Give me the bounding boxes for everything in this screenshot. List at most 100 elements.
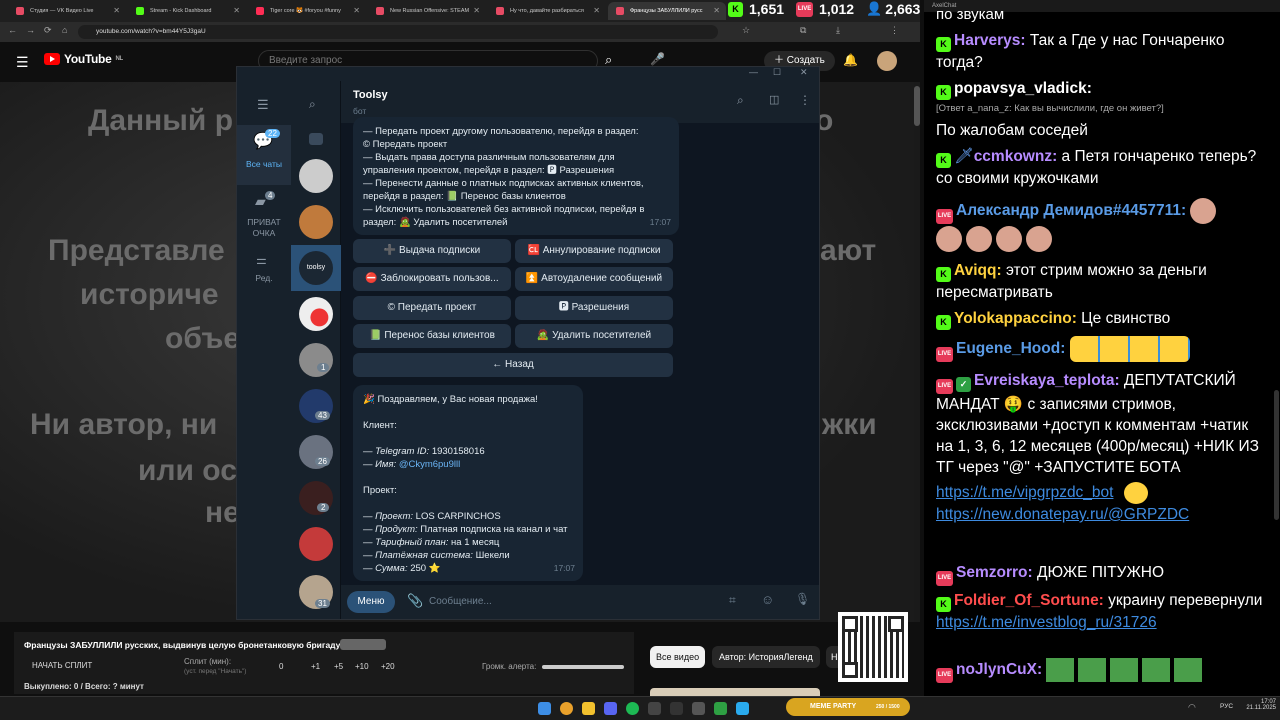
maximize-icon[interactable]: ☐ (773, 67, 781, 78)
close-icon[interactable]: ✕ (713, 2, 720, 20)
browser-tab[interactable]: Tiger core 🐯 #foryou #funny ✕ (248, 2, 366, 20)
vk-live-icon: LIVE (936, 379, 953, 394)
close-icon[interactable]: ✕ (233, 2, 240, 20)
browser-tab[interactable]: Ну что, давайте разбираться ✕ (488, 2, 606, 20)
download-icon[interactable]: ⤓ (836, 25, 840, 36)
menu-dots-icon[interactable]: ⋮ (890, 25, 899, 36)
folder-private[interactable]: ▰ 4 ПРИВАТ ОЧКА (237, 189, 291, 249)
filter-chip-author[interactable]: Автор: ИсторияЛегенд (712, 646, 820, 668)
chat-item-active[interactable]: toolsy (291, 245, 341, 291)
split-plus10-button[interactable]: +10 (355, 662, 369, 671)
close-icon[interactable]: ✕ (800, 67, 808, 78)
split-plus5-button[interactable]: +5 (334, 662, 343, 671)
chrome-icon[interactable] (560, 702, 573, 715)
username-link[interactable]: @Ckym6pu9lll (399, 459, 460, 470)
star-icon[interactable]: ☆ (742, 25, 750, 36)
telegram-window: — ☐ ✕ ☰ 💬 22 Все чаты ▰ 4 ПРИВАТ ОЧКА ⚌ … (236, 66, 820, 620)
issue-subscription-button[interactable]: ➕ Выдача подписки (353, 239, 511, 263)
cancel-subscription-button[interactable]: 🆑 Аннулирование подписки (515, 239, 673, 263)
back-button[interactable]: ← Назад (353, 353, 673, 377)
chat-scrollbar[interactable] (1274, 390, 1279, 520)
split-plus1-button[interactable]: +1 (311, 662, 320, 671)
chat-avatar[interactable] (299, 343, 333, 377)
meme-party-widget[interactable]: MEME PARTY 250 / 1500 (786, 698, 910, 716)
message-time: 17:07 (553, 563, 575, 573)
people-icon: 👤 (866, 1, 883, 16)
minimize-icon[interactable]: — (749, 67, 758, 77)
emoji-icon[interactable]: ☺ (761, 592, 774, 607)
split-plus20-button[interactable]: +20 (381, 662, 395, 671)
chat-message: LIVE Александр Демидов#4457711: (936, 198, 1266, 258)
chat-link[interactable]: https://t.me/investblog_ru/31726 (936, 614, 1157, 631)
chat-title[interactable]: Toolsy (353, 89, 388, 101)
microphone-icon[interactable]: 🎙 (795, 592, 810, 606)
avatar[interactable] (877, 51, 897, 71)
hamburger-icon[interactable]: ☰ (16, 54, 29, 71)
close-icon[interactable]: ✕ (353, 2, 360, 20)
home-icon[interactable]: ⌂ (62, 25, 67, 35)
block-user-button[interactable]: ⛔ Заблокировать пользов... (353, 267, 511, 291)
remove-visitors-button[interactable]: 🧟 Удалить посетителей (515, 324, 673, 348)
permissions-button[interactable]: 🅿 Разрешения (515, 296, 673, 320)
scrollbar[interactable] (914, 82, 920, 622)
filter-chip-all[interactable]: Все видео (650, 646, 706, 668)
extensions-icon[interactable]: ⧉ (800, 25, 806, 36)
telegram-icon[interactable] (736, 702, 749, 715)
app-icon[interactable] (692, 702, 705, 715)
bell-icon[interactable]: 🔔 (843, 53, 858, 67)
app-icon[interactable] (648, 702, 661, 715)
forward-icon[interactable]: → (26, 25, 35, 35)
emote-icon (966, 226, 992, 253)
language-indicator[interactable]: РУС (1220, 703, 1233, 710)
alert-volume-slider[interactable] (542, 665, 624, 669)
sidebar-toggle-icon[interactable]: ◫ (769, 93, 779, 106)
folder-edit[interactable]: ⚌ Ред. (237, 253, 291, 293)
commands-icon[interactable]: ⌗ (729, 593, 736, 608)
scrollbar-thumb[interactable] (914, 86, 920, 126)
chat-link[interactable]: https://new.donatepay.ru/@GRPZDC (936, 506, 1189, 523)
discord-icon[interactable] (604, 702, 617, 715)
browser-tab-active[interactable]: Французы ЗАБУЛЛИЛИ русс ✕ (608, 2, 726, 20)
more-icon[interactable]: ⋮ (799, 93, 811, 107)
start-split-button[interactable]: НАЧАТЬ СПЛИТ (24, 658, 104, 674)
folder-all-chats[interactable]: 💬 22 Все чаты (237, 125, 291, 185)
youtube-icon (616, 7, 624, 15)
browser-tab[interactable]: New Russian Offensive: STEAM ✕ (368, 2, 486, 20)
transfer-project-button[interactable]: © Передать проект (353, 296, 511, 320)
obs-icon[interactable] (670, 702, 683, 715)
attach-icon[interactable]: 📎 (407, 593, 423, 609)
hamburger-icon[interactable]: ☰ (257, 97, 269, 113)
bot-menu-button[interactable]: Меню (347, 591, 395, 613)
back-icon[interactable]: ← (8, 25, 17, 35)
close-icon[interactable]: ✕ (473, 2, 480, 20)
chat-avatar[interactable] (299, 159, 333, 193)
search-icon[interactable]: ⌕ (309, 97, 316, 112)
autodelete-messages-button[interactable]: ⏫ Автоудаление сообщений (515, 267, 673, 291)
chat-avatar[interactable] (299, 527, 333, 561)
mic-icon[interactable]: 🎤 (650, 52, 665, 66)
vk-viewers: 1,012 (819, 1, 855, 17)
folder-icon[interactable] (582, 702, 595, 715)
app-icon[interactable] (714, 702, 727, 715)
message-input[interactable]: Сообщение... (429, 591, 709, 613)
wifi-icon[interactable]: ◠ (1188, 702, 1196, 713)
search-icon[interactable]: ⌕ (737, 93, 744, 108)
url-field[interactable]: youtube.com/watch?v=bm44Y5J3gaU (78, 25, 718, 39)
spotify-icon[interactable] (626, 702, 639, 715)
browser-tab[interactable]: Stream - Kick Dashboard ✕ (128, 2, 246, 20)
close-icon[interactable]: ✕ (113, 2, 120, 20)
reload-icon[interactable]: ⟳ (44, 25, 52, 36)
kick-icon: K (936, 153, 951, 168)
browser-tab[interactable]: Студия — VK Видео Live ✕ (8, 2, 126, 20)
chat-message: LIVE ✓ Evreiskaya_teplota: ДЕПУТАТСКИЙ МАН… (936, 372, 1259, 523)
chat-link[interactable]: https://t.me/vipgrpzdc_bot (936, 484, 1113, 501)
chat-avatar[interactable] (299, 205, 333, 239)
archive-icon[interactable] (309, 133, 323, 145)
chat-avatar[interactable] (299, 297, 333, 331)
close-icon[interactable]: ✕ (593, 2, 600, 20)
youtube-logo[interactable]: YouTube NL (44, 52, 123, 66)
transfer-clients-button[interactable]: 📗 Перенос базы клиентов (353, 324, 511, 348)
telegram-chat-list: ⌕ toolsy 1 43 26 2 31 (291, 81, 341, 619)
start-icon[interactable] (538, 702, 551, 715)
clock[interactable]: 17:07 21.11.2025 (1240, 699, 1276, 711)
